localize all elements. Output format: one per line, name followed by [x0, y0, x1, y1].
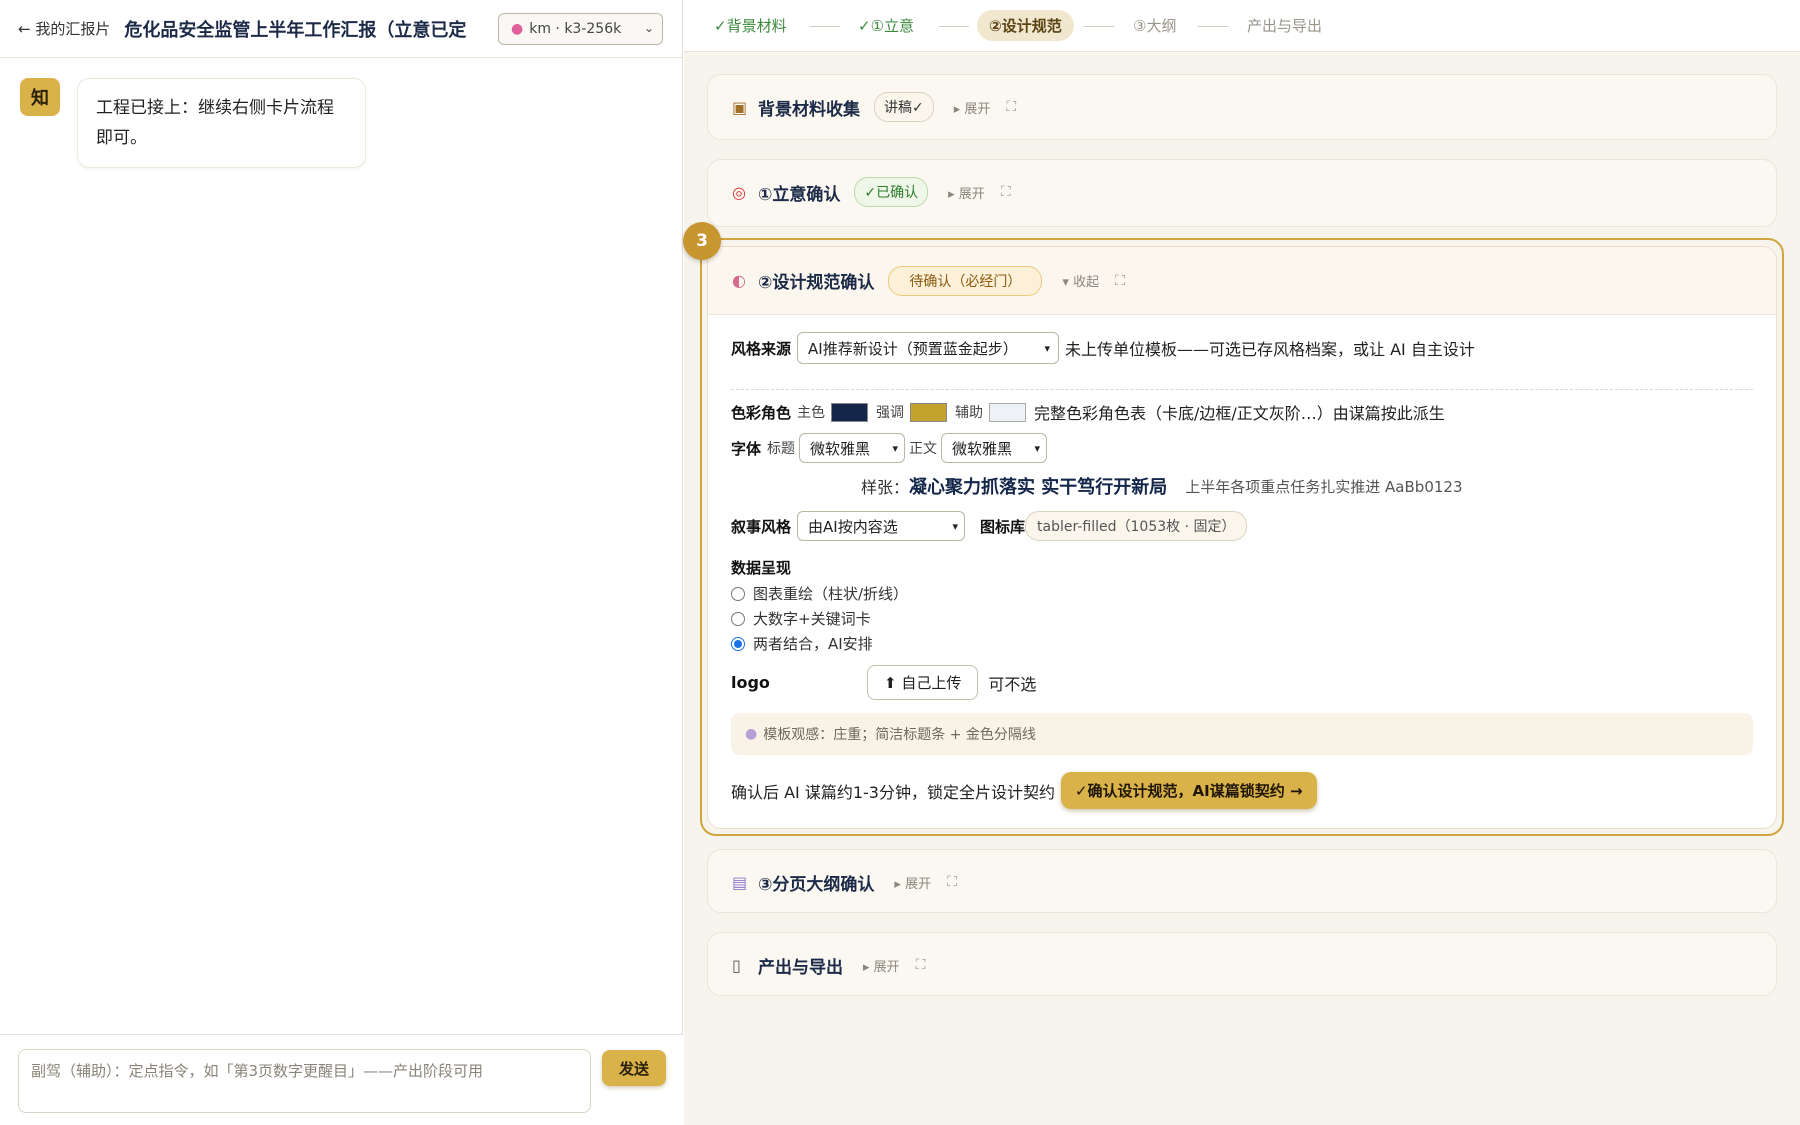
doc-title: 危化品安全监管上半年工作汇报（立意已定 [124, 19, 467, 41]
step-outline[interactable]: ③大纲 [1133, 15, 1176, 36]
card-title: ①立意确认 [758, 184, 841, 205]
model-select[interactable]: ● km · k3-256k ⌄ [498, 13, 663, 45]
step-export[interactable]: 产出与导出 [1247, 15, 1322, 36]
fullscreen-icon[interactable]: ⛶ [1001, 184, 1011, 200]
card-header: ▣ 背景材料收集 讲稿✓ ▸ 展开 ⛶ [708, 75, 1016, 139]
notepad-icon: ▤ [732, 872, 748, 892]
card-title: 产出与导出 [758, 957, 843, 978]
card-export: ▯ 产出与导出 ▸ 展开 ⛶ [707, 932, 1777, 996]
card-header: ◎ ①立意确认 ✓已确认 ▸ 展开 ⛶ [708, 160, 1011, 224]
assistant-avatar: 知 [20, 78, 60, 116]
status-tag: 讲稿✓ [874, 92, 934, 122]
step-background[interactable]: ✓背景材料 [714, 15, 787, 36]
active-step-highlight [700, 238, 1784, 836]
card-header: ▯ 产出与导出 ▸ 展开 ⛶ [708, 933, 925, 997]
step-separator [810, 26, 840, 27]
card-title: ③分页大纲确认 [758, 874, 875, 895]
card-header: ▤ ③分页大纲确认 ▸ 展开 ⛶ [708, 850, 957, 914]
card-title: 背景材料收集 [758, 99, 860, 120]
status-tag: ✓已确认 [854, 177, 929, 207]
composer-area: 副驾（辅助）：定点指令，如「第3页数字更醒目」——产出阶段可用 发送 [0, 1034, 683, 1125]
step-number-badge: 3 [683, 222, 721, 260]
expand-toggle[interactable]: ▸ 展开 [863, 956, 900, 975]
card-outline: ▤ ③分页大纲确认 ▸ 展开 ⛶ [707, 849, 1777, 913]
back-link[interactable]: ← 我的汇报片 [18, 18, 110, 39]
card-background-materials: ▣ 背景材料收集 讲稿✓ ▸ 展开 ⛶ [707, 74, 1777, 140]
phone-icon: ▯ [732, 955, 741, 975]
step-design[interactable]: ②设计规范 [977, 10, 1074, 41]
fullscreen-icon[interactable]: ⛶ [947, 874, 957, 890]
fullscreen-icon[interactable]: ⛶ [916, 957, 926, 973]
composer-input[interactable]: 副驾（辅助）：定点指令，如「第3页数字更醒目」——产出阶段可用 [18, 1049, 591, 1113]
expand-toggle[interactable]: ▸ 展开 [954, 98, 991, 117]
step-separator [939, 26, 969, 27]
chat-panel: ← 我的汇报片 危化品安全监管上半年工作汇报（立意已定 ● km · k3-25… [0, 0, 683, 1125]
step-progress: ✓背景材料 ✓①立意 ②设计规范 ③大纲 产出与导出 [684, 0, 1800, 52]
card-intent: ◎ ①立意确认 ✓已确认 ▸ 展开 ⛶ [707, 159, 1777, 227]
step-intent[interactable]: ✓①立意 [858, 15, 914, 36]
step-separator [1084, 26, 1114, 27]
assistant-message: 工程已接上：继续右侧卡片流程即可。 [77, 78, 366, 168]
target-icon: ◎ [732, 182, 746, 202]
send-button[interactable]: 发送 [602, 1050, 666, 1086]
expand-toggle[interactable]: ▸ 展开 [948, 183, 985, 202]
fullscreen-icon[interactable]: ⛶ [1006, 99, 1016, 115]
expand-toggle[interactable]: ▸ 展开 [894, 873, 931, 892]
step-separator [1198, 26, 1228, 27]
model-value: km · k3-256k [529, 21, 622, 37]
brain-icon: ● [511, 21, 524, 37]
chevron-down-icon: ⌄ [643, 21, 654, 35]
package-icon: ▣ [732, 97, 748, 117]
